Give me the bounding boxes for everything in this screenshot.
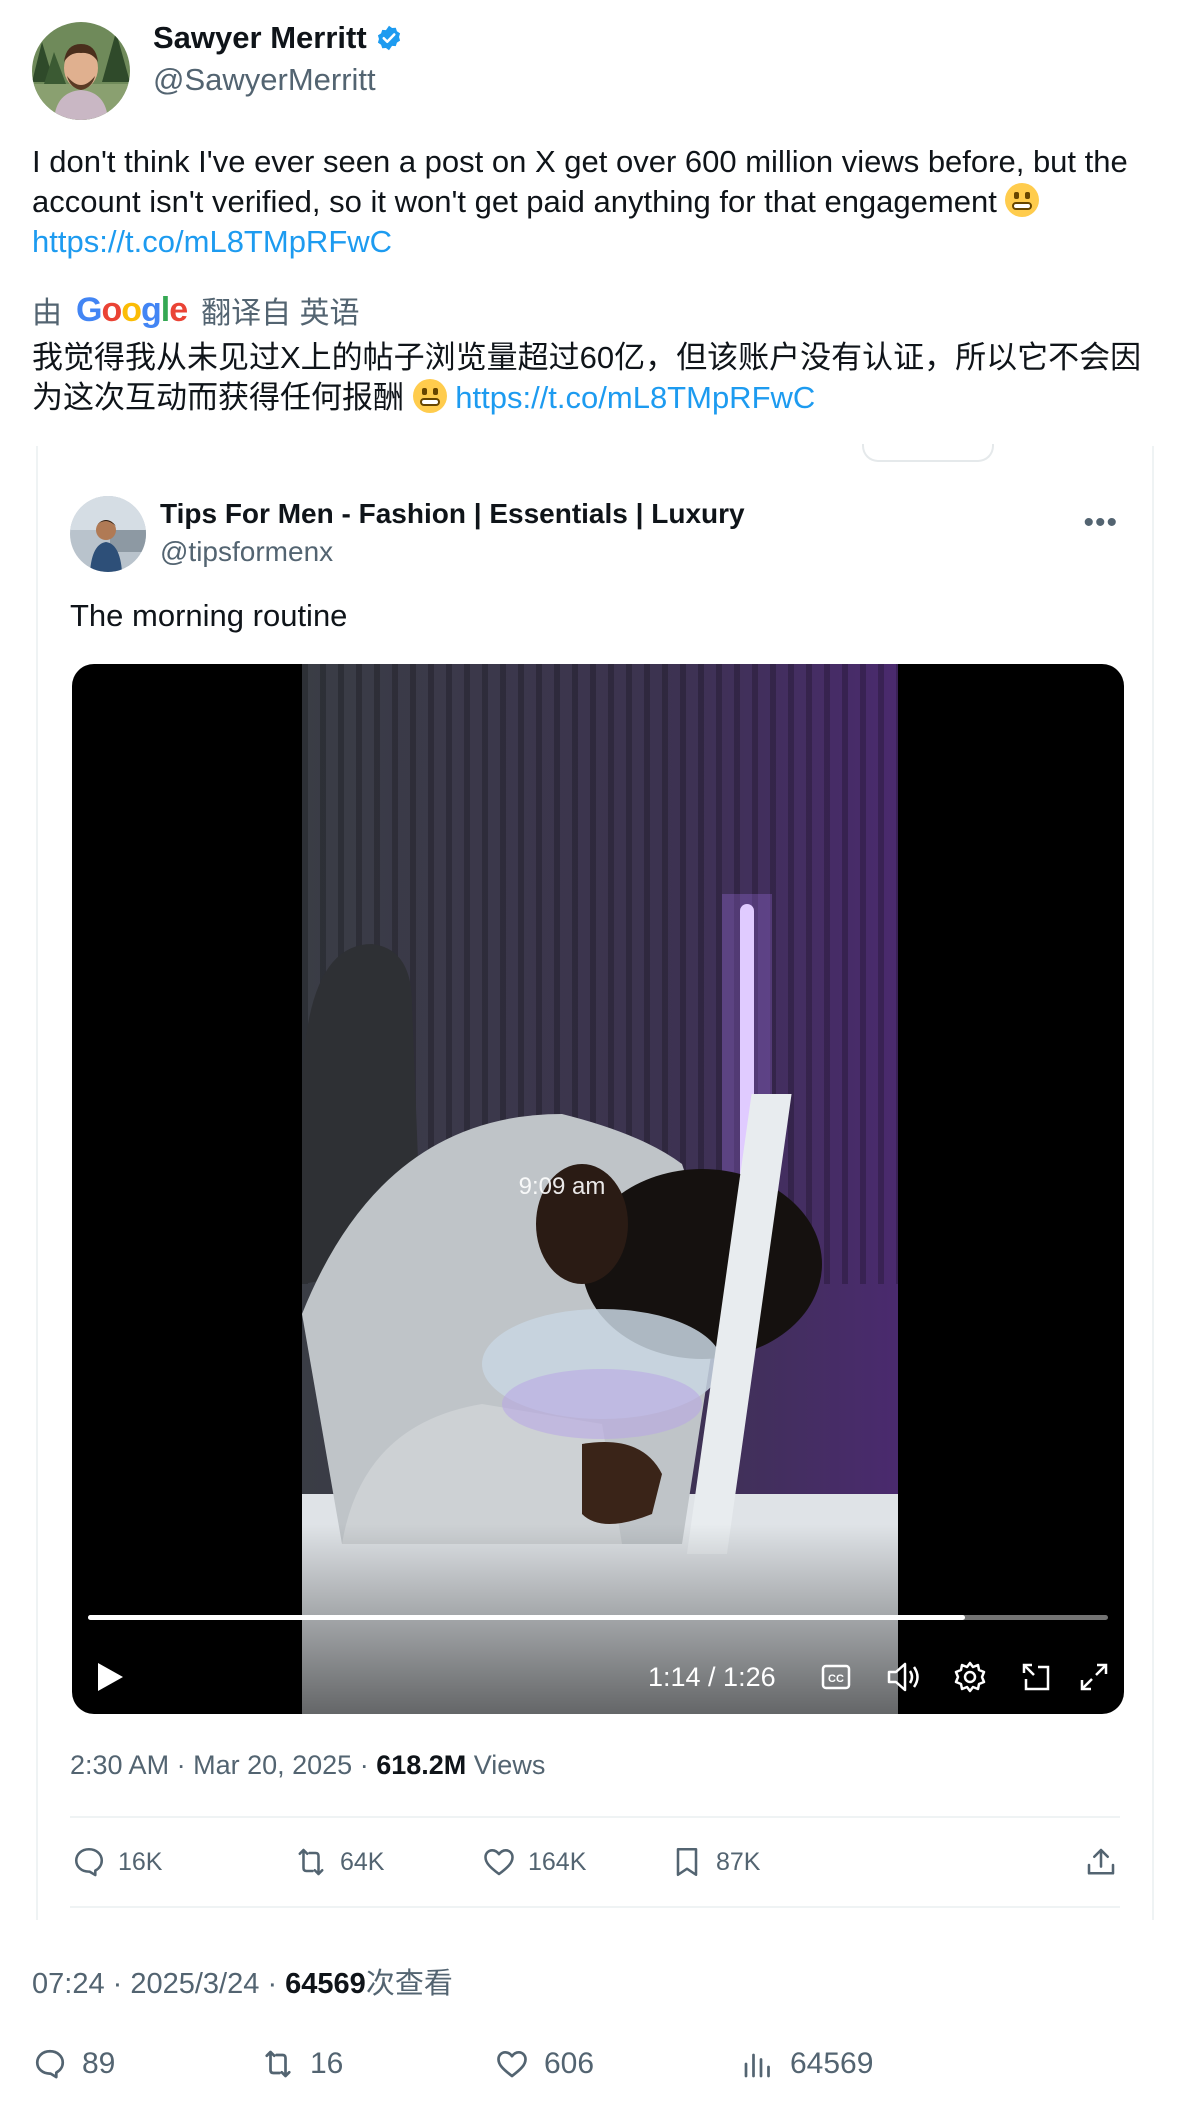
settings-gear-icon[interactable] [948,1654,992,1700]
reply-count: 89 [82,2047,116,2080]
play-icon[interactable] [90,1654,130,1700]
separator-dot: · [112,1968,131,2000]
separator-dot: · [267,1968,286,2000]
repost-count: 16 [310,2047,344,2080]
bookmark-icon [676,1847,698,1877]
verified-badge-icon [377,25,400,51]
translated-text: 我觉得我从未见过X上的帖子浏览量超过60亿，但该账户没有认证，所以它不会因为这次… [32,338,1172,418]
views-count: 64569 [790,2047,874,2080]
video-player[interactable]: 9:09 am 1:14 / 1:26 CC [72,664,1124,1714]
share-icon [1087,1848,1115,1875]
reply-icon [74,1847,104,1877]
author-avatar-image [32,22,130,120]
translated-link[interactable]: https://t.co/mL8TMpRFwC [455,380,815,415]
volume-icon[interactable] [882,1654,926,1700]
quoted-repost-button[interactable]: 64K [292,1838,384,1886]
like-count: 606 [544,2047,595,2080]
quoted-date[interactable]: Mar 20, 2025 [193,1750,352,1780]
tweet-views-count: 64569 [285,1968,366,2000]
captions-icon[interactable]: CC [816,1654,856,1700]
quoted-like-button[interactable]: 164K [480,1838,586,1886]
video-progress-fill [88,1615,966,1620]
separator-dot: · [176,1750,194,1780]
more-options-icon[interactable]: ••• [1083,506,1118,540]
views-button[interactable]: 64569 [740,2040,873,2088]
tweet-body: I don't think I've ever seen a post on X… [32,144,1128,219]
reply-icon [35,2049,65,2079]
repost-icon [298,1848,324,1876]
reply-button[interactable]: 89 [32,2040,115,2088]
quoted-author-avatar[interactable] [70,496,146,572]
author-name-text: Sawyer Merritt [153,20,367,55]
translation-attribution: 由 Google 翻译自 英语 [32,288,360,332]
author-handle[interactable]: @SawyerMerritt [153,62,376,98]
quoted-like-count: 164K [528,1847,587,1876]
quoted-reply-button[interactable]: 16K [70,1838,162,1886]
repost-button[interactable]: 16 [260,2040,343,2088]
quoted-repost-count: 64K [340,1847,385,1876]
google-logo-icon: Google [76,290,188,329]
quoted-reply-count: 16K [118,1847,163,1876]
picture-in-picture-icon[interactable] [1014,1654,1058,1700]
quoted-author-handle[interactable]: @tipsformenx [160,536,333,568]
quoted-meta: 2:30 AM · Mar 20, 2025 · 618.2M Views [70,1750,545,1781]
quoted-tweet[interactable]: Tips For Men - Fashion | Essentials | Lu… [36,444,1154,1920]
tweet-action-bar: 89 16 606 64569 [32,2040,1172,2088]
quoted-bookmark-button[interactable]: 87K [668,1838,760,1886]
video-frame: 9:09 am [302,664,898,1714]
separator-dot: · [359,1750,377,1780]
tweet-date[interactable]: 2025/3/24 [130,1968,259,2000]
views-chart-icon [744,2053,770,2078]
grimacing-face-emoji-icon [1005,183,1040,217]
quoted-action-bar: 16K 64K 164K 87K [70,1838,1120,1886]
like-button[interactable]: 606 [494,2040,594,2088]
tweet-time[interactable]: 07:24 [32,1968,105,2000]
quoted-views-count: 618.2M [376,1750,467,1780]
quoted-bookmark-count: 87K [716,1847,761,1876]
divider [70,1816,1120,1818]
translation-prefix: 由 [32,297,62,330]
grimacing-face-emoji-icon [412,379,447,413]
repost-icon [265,2050,291,2078]
video-time: 1:14 / 1:26 [648,1661,776,1692]
video-overlay-text: 9:09 am [519,1173,606,1200]
quoted-avatar-image [70,496,146,572]
translation-suffix: 翻译自 英语 [201,297,360,330]
tweet-meta: 07:24 · 2025/3/24 · 64569次查看 [32,1960,453,2002]
quoted-views-label: Views [473,1750,546,1780]
quoted-author-name[interactable]: Tips For Men - Fashion | Essentials | Lu… [160,498,745,530]
heart-icon [484,1849,514,1876]
quoted-share-button[interactable] [1082,1838,1120,1886]
svg-text:CC: CC [828,1673,844,1685]
quoted-text: The morning routine [70,598,348,633]
quoted-time[interactable]: 2:30 AM [70,1750,169,1780]
tweet-text: I don't think I've ever seen a post on X… [32,142,1172,262]
video-controls: 1:14 / 1:26 CC [72,1654,1124,1700]
quote-top-pill [862,444,994,462]
heart-icon [497,2050,527,2078]
tweet-views-label: 次查看 [365,1968,453,2000]
fullscreen-icon[interactable] [1072,1654,1116,1700]
video-progress-bar[interactable] [88,1615,1108,1620]
author-avatar[interactable] [32,22,130,120]
tweet-link[interactable]: https://t.co/mL8TMpRFwC [32,224,392,259]
author-name[interactable]: Sawyer Merritt [153,20,403,56]
divider [70,1906,1120,1908]
